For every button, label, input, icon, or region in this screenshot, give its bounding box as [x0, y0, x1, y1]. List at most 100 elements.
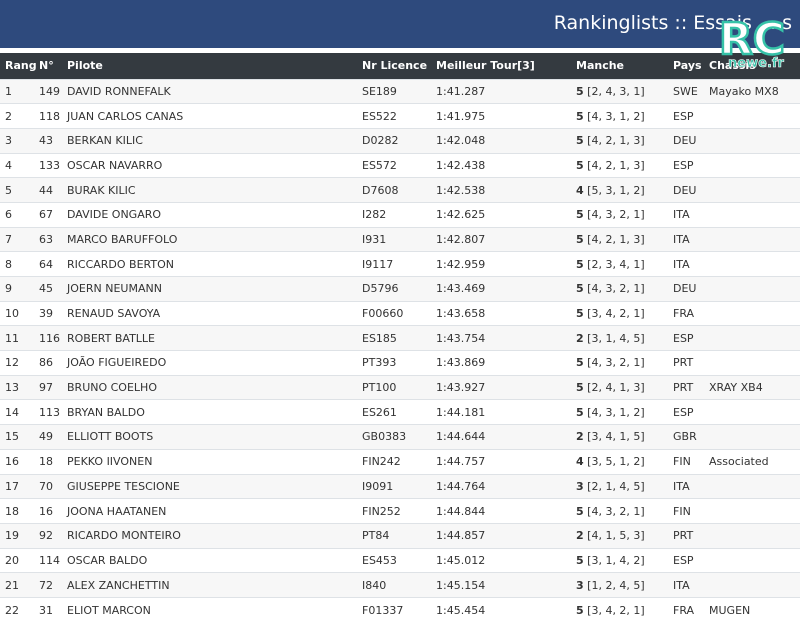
number-cell: 92	[39, 529, 53, 543]
table-row: 6 67 DAVIDE ONGARO I282 1:42.625 5 [4, 3, 2, …	[0, 202, 800, 227]
number-cell: 39	[39, 307, 53, 321]
table-row: 7 63 MARCO BARUFFOLO I931 1:42.807 5 [4, 2, 1…	[0, 227, 800, 252]
country-cell: PRT	[673, 381, 694, 395]
column-header[interactable]: Nr Licence	[357, 53, 431, 79]
licence-cell: I9117	[362, 257, 394, 271]
country-cell: PRT	[673, 529, 694, 543]
manche-list: [3, 1, 4, 2]	[587, 553, 645, 567]
country-cell: ITA	[673, 208, 690, 222]
table-row: 21 72 ALEX ZANCHETTIN I840 1:45.154 3 [1, 2, …	[0, 572, 800, 598]
rank-cell: 16	[5, 455, 19, 469]
manche-cell: 3 [1, 2, 4, 5]	[571, 573, 668, 598]
number-cell: 63	[39, 232, 53, 246]
number-cell: 118	[39, 109, 60, 123]
country-cell: ESP	[673, 331, 694, 345]
manche-count: 5	[576, 134, 584, 148]
number-cell: 18	[39, 455, 53, 469]
pilot-name-cell: BERKAN KILIC	[67, 134, 143, 148]
manche-list: [3, 4, 1, 5]	[587, 430, 645, 444]
rank-cell: 3	[5, 134, 12, 148]
best-lap-cell: 1:45.454	[436, 603, 486, 617]
manche-count: 2	[576, 331, 584, 345]
chassis-cell	[704, 425, 800, 450]
best-lap-cell: 1:41.975	[436, 109, 486, 123]
chassis-cell	[704, 351, 800, 376]
rank-cell: 12	[5, 356, 19, 370]
country-cell: FRA	[673, 603, 695, 617]
table-row: 16 18 PEKKO IIVONEN FIN242 1:44.757 4 [3, 5, …	[0, 449, 800, 474]
best-lap-cell: 1:43.754	[436, 331, 486, 345]
table-row: 15 49 ELLIOTT BOOTS GB0383 1:44.644 2 [3, 4, …	[0, 424, 800, 450]
pilot-name-cell: DAVID RONNEFALK	[67, 84, 171, 98]
best-lap-cell: 1:44.857	[436, 529, 486, 543]
country-cell: SWE	[673, 84, 698, 98]
pilot-name-cell: OSCAR BALDO	[67, 553, 148, 567]
country-cell: DEU	[673, 134, 697, 148]
pilot-name-cell: JOÃO FIGUEIREDO	[67, 356, 167, 370]
chassis-cell	[704, 301, 800, 326]
country-cell: ESP	[673, 553, 694, 567]
manche-cell: 5 [4, 2, 1, 3]	[571, 128, 668, 153]
table-row: 4 133 OSCAR NAVARRO ES572 1:42.438 5 [4, 2, 1…	[0, 153, 800, 178]
column-header[interactable]: Meilleur Tour[3]	[431, 53, 571, 79]
manche-cell: 4 [3, 5, 1, 2]	[571, 449, 668, 474]
best-lap-cell: 1:43.469	[436, 282, 486, 296]
column-header[interactable]: N°	[34, 53, 62, 79]
pilot-name-cell: RICCARDO BERTON	[67, 257, 174, 271]
licence-cell: I9091	[362, 479, 394, 493]
best-lap-cell: 1:42.625	[436, 208, 486, 222]
licence-cell: ES185	[362, 331, 397, 345]
manche-count: 5	[576, 282, 584, 296]
best-lap-cell: 1:43.658	[436, 307, 486, 321]
column-header[interactable]: Pilote	[62, 53, 357, 79]
licence-cell: I282	[362, 208, 387, 222]
country-cell: ESP	[673, 109, 694, 123]
manche-list: [4, 3, 2, 1]	[587, 504, 645, 518]
licence-cell: FIN252	[362, 504, 401, 518]
manche-count: 3	[576, 578, 584, 592]
column-header[interactable]: Manche	[571, 53, 668, 79]
manche-list: [3, 4, 2, 1]	[587, 603, 645, 617]
rank-cell: 14	[5, 405, 19, 419]
manche-count: 5	[576, 603, 584, 617]
manche-cell: 2 [3, 1, 4, 5]	[571, 326, 668, 351]
rank-cell: 7	[5, 232, 12, 246]
table-row: 2 118 JUAN CARLOS CANAS ES522 1:41.975 5 [4, …	[0, 103, 800, 129]
pilot-name-cell: ALEX ZANCHETTIN	[67, 578, 170, 592]
pilot-name-cell: ELLIOTT BOOTS	[67, 430, 154, 444]
number-cell: 43	[39, 134, 53, 148]
country-cell: GBR	[673, 430, 697, 444]
page-header-bar: Rankinglists :: Essais ... s	[0, 0, 800, 48]
best-lap-cell: 1:41.287	[436, 84, 486, 98]
rank-cell: 8	[5, 257, 12, 271]
manche-list: [2, 1, 4, 5]	[587, 479, 645, 493]
pilot-name-cell: GIUSEPPE TESCIONE	[67, 479, 180, 493]
licence-cell: FIN242	[362, 455, 401, 469]
manche-list: [2, 4, 1, 3]	[587, 381, 645, 395]
manche-list: [2, 4, 3, 1]	[587, 84, 645, 98]
licence-cell: ES522	[362, 109, 397, 123]
table-row: 22 31 ELIOT MARCON F01337 1:45.454 5 [3, 4, 2…	[0, 597, 800, 622]
column-header[interactable]: Rang	[0, 53, 37, 79]
pilot-name-cell: RENAUD SAVOYA	[67, 307, 161, 321]
table-row: 10 39 RENAUD SAVOYA F00660 1:43.658 5 [3, 4, …	[0, 301, 800, 326]
manche-cell: 5 [3, 1, 4, 2]	[571, 548, 668, 573]
number-cell: 16	[39, 504, 53, 518]
number-cell: 116	[39, 331, 60, 345]
country-cell: FIN	[673, 455, 691, 469]
manche-list: [3, 5, 1, 2]	[587, 455, 645, 469]
pilot-name-cell: JOONA HAATANEN	[67, 504, 167, 518]
manche-cell: 5 [4, 3, 2, 1]	[571, 277, 668, 302]
column-header[interactable]: Pays	[668, 53, 704, 79]
table-body: 1 149 DAVID RONNEFALK SE189 1:41.287 5 [2, 4,…	[0, 79, 800, 622]
rank-cell: 20	[5, 553, 19, 567]
licence-cell: PT100	[362, 381, 397, 395]
manche-count: 2	[576, 430, 584, 444]
manche-list: [4, 2, 1, 3]	[587, 158, 645, 172]
manche-list: [5, 3, 1, 2]	[587, 183, 645, 197]
rank-cell: 6	[5, 208, 12, 222]
pilot-name-cell: JUAN CARLOS CANAS	[67, 109, 184, 123]
rank-cell: 9	[5, 282, 12, 296]
licence-cell: ES572	[362, 158, 397, 172]
manche-count: 5	[576, 405, 584, 419]
